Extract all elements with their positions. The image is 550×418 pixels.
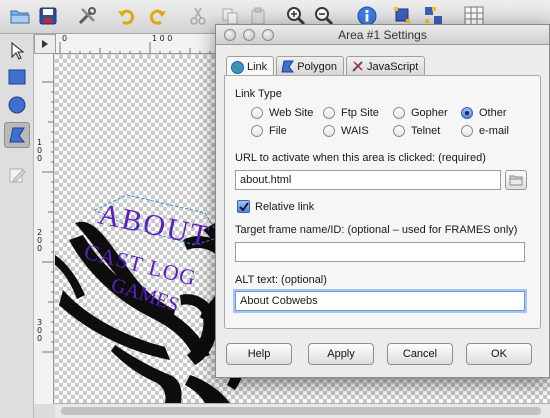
undo-icon[interactable]: [114, 4, 138, 28]
radio-other[interactable]: Other: [461, 107, 507, 119]
tab-javascript-label: JavaScript: [366, 60, 419, 73]
polygon-icon: [281, 60, 295, 73]
radio-button[interactable]: [461, 125, 473, 137]
radio-button-selected[interactable]: [461, 107, 473, 119]
globe-icon: [231, 60, 244, 74]
help-button[interactable]: Help: [226, 343, 292, 365]
pointer-tool-icon[interactable]: [4, 38, 30, 64]
cut-icon[interactable]: [186, 4, 210, 28]
browse-button[interactable]: [505, 170, 527, 190]
ruler-left-label: 2 0 0: [37, 228, 43, 253]
ruler-left-label: 1 0 0: [37, 138, 43, 163]
radio-label: Other: [479, 107, 507, 119]
polygon-tool-icon[interactable]: [4, 122, 30, 148]
tool-palette: [0, 34, 34, 418]
alt-text-label: ALT text: (optional): [235, 274, 327, 286]
ruler-left-label: 3 0 0: [37, 318, 43, 343]
scrollbar-thumb[interactable]: [61, 407, 541, 415]
radio-file[interactable]: File: [251, 125, 287, 137]
radio-label: e-mail: [479, 125, 509, 137]
tab-link-label: Link: [247, 61, 268, 73]
url-input[interactable]: about.html: [235, 170, 501, 190]
radio-label: Telnet: [411, 125, 441, 137]
radio-button[interactable]: [251, 125, 263, 137]
checkmark-icon: [238, 201, 249, 211]
relative-link-checkbox[interactable]: Relative link: [237, 200, 314, 213]
vertical-ruler: 1 0 0 2 0 0 3 0 0: [34, 54, 54, 404]
radio-telnet[interactable]: Telnet: [393, 125, 440, 137]
link-type-label: Link Type: [235, 88, 282, 100]
radio-label: Web Site: [269, 107, 314, 119]
target-frame-label: Target frame name/ID: (optional – used f…: [235, 224, 518, 236]
radio-web-site[interactable]: Web Site: [251, 107, 313, 119]
ruler-top-label: 0: [62, 34, 68, 43]
radio-wais[interactable]: WAIS: [323, 125, 369, 137]
link-tab-panel: Link Type Web Site Ftp Site Gopher Other…: [224, 75, 541, 329]
ruler-top-label: 1 0 0: [152, 34, 173, 43]
radio-label: Ftp Site: [341, 107, 379, 119]
apply-button[interactable]: Apply: [308, 343, 374, 365]
relative-link-label: Relative link: [255, 200, 315, 213]
radio-button[interactable]: [323, 125, 335, 137]
radio-email[interactable]: e-mail: [461, 125, 509, 137]
radio-label: File: [269, 125, 287, 137]
horizontal-scrollbar[interactable]: [55, 403, 550, 418]
tools-icon[interactable]: [75, 4, 99, 28]
dialog-title: Area #1 Settings: [338, 28, 427, 42]
radio-label: Gopher: [411, 107, 448, 119]
dialog-tabs: Link Polygon JavaScript: [226, 56, 427, 77]
save-icon[interactable]: [36, 4, 60, 28]
ruler-corner-button[interactable]: [34, 34, 56, 54]
tab-link[interactable]: Link: [226, 56, 275, 77]
open-icon[interactable]: [8, 4, 32, 28]
rectangle-tool-icon[interactable]: [4, 64, 30, 90]
radio-label: WAIS: [341, 125, 369, 137]
target-frame-input[interactable]: [235, 242, 525, 262]
dialog-titlebar[interactable]: Area #1 Settings: [216, 25, 549, 45]
javascript-icon: [352, 61, 363, 72]
tab-polygon[interactable]: Polygon: [276, 56, 344, 76]
radio-gopher[interactable]: Gopher: [393, 107, 448, 119]
alt-text-input[interactable]: About Cobwebs: [235, 291, 525, 311]
redo-icon[interactable]: [146, 4, 170, 28]
tab-javascript[interactable]: JavaScript: [345, 56, 426, 76]
radio-button[interactable]: [251, 107, 263, 119]
radio-button[interactable]: [393, 107, 405, 119]
folder-icon: [509, 175, 523, 186]
edit-tool-icon[interactable]: [4, 162, 30, 188]
checkbox-box[interactable]: [237, 200, 250, 213]
radio-button[interactable]: [393, 125, 405, 137]
radio-ftp-site[interactable]: Ftp Site: [323, 107, 379, 119]
url-label: URL to activate when this area is clicke…: [235, 152, 486, 164]
radio-button[interactable]: [323, 107, 335, 119]
ok-button[interactable]: OK: [466, 343, 532, 365]
tab-polygon-label: Polygon: [297, 60, 337, 73]
circle-tool-icon[interactable]: [4, 92, 30, 118]
cancel-button[interactable]: Cancel: [387, 343, 453, 365]
area-settings-dialog: Area #1 Settings Link Polygon JavaScript…: [215, 24, 550, 378]
